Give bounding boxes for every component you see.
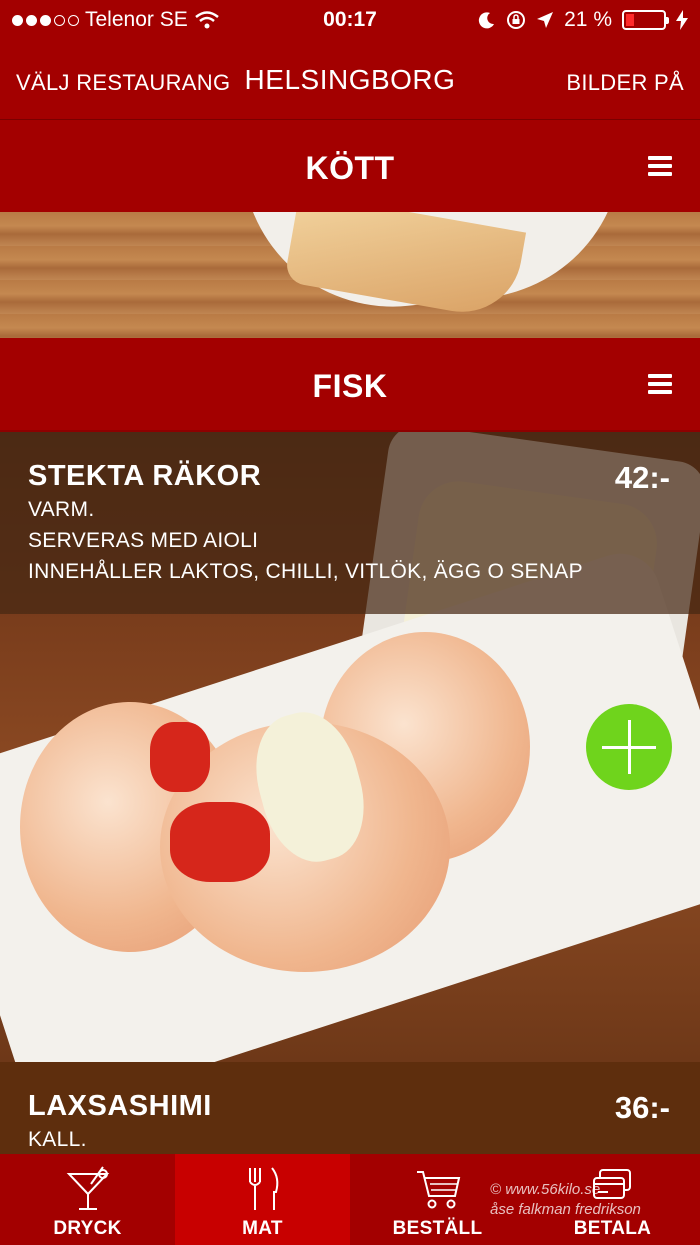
cocktail-icon	[66, 1166, 109, 1210]
tab-label: DRYCK	[53, 1218, 122, 1239]
tab-bar: DRYCK MAT BESTÄLL BETALA	[0, 1154, 700, 1245]
section-title: FISK	[312, 368, 388, 404]
cart-icon	[416, 1171, 460, 1209]
tab-label: BESTÄLL	[392, 1218, 483, 1239]
menu-icon[interactable]	[648, 374, 672, 394]
signal-strength-icon	[12, 14, 79, 26]
item-name: STEKTA RÄKOR	[28, 460, 262, 492]
pictures-on-toggle[interactable]: BILDER PÅ	[566, 70, 684, 96]
tab-mat[interactable]: MAT	[175, 1154, 350, 1245]
tab-dryck[interactable]: DRYCK	[0, 1154, 175, 1245]
credit-card-icon	[592, 1169, 631, 1199]
item-name: LAXSASHIMI	[28, 1090, 212, 1122]
status-bar: Telenor SE 00:17 21 %	[0, 0, 700, 40]
item-price: 36:-	[614, 1090, 670, 1125]
wifi-icon	[194, 11, 219, 29]
tab-label: BETALA	[573, 1218, 652, 1239]
description-line: VARM.	[28, 498, 95, 521]
description-line: KALL.	[28, 1128, 87, 1151]
battery-percentage: 21 %	[564, 8, 612, 31]
carrier-name: Telenor SE	[85, 8, 188, 31]
navigation-bar: VÄLJ RESTAURANG HELSINGBORG BILDER PÅ	[0, 40, 700, 120]
add-to-order-button[interactable]	[586, 704, 672, 790]
choose-restaurant-button[interactable]: VÄLJ RESTAURANG	[16, 70, 230, 96]
description-line: INNEHÅLLER LAKTOS, CHILLI, VITLÖK, ÄGG O…	[28, 560, 583, 583]
item-description: KALL.	[28, 1124, 87, 1155]
menu-item-card[interactable]: STEKTA RÄKOR 42:- VARM. SERVERAS MED AIO…	[0, 432, 700, 614]
cutlery-icon	[248, 1167, 278, 1210]
moon-icon	[478, 12, 495, 29]
item-price: 42:-	[614, 460, 670, 495]
charging-bolt-icon	[676, 10, 688, 30]
dish-photo	[0, 212, 700, 338]
section-header-fisk[interactable]: FISK	[0, 338, 700, 430]
menu-icon[interactable]	[648, 156, 672, 176]
section-header-kott[interactable]: KÖTT	[0, 120, 700, 212]
menu-item-card[interactable]: LAXSASHIMI 36:- KALL.	[0, 1062, 700, 1154]
location-arrow-icon	[537, 12, 554, 28]
section-title: KÖTT	[305, 150, 395, 186]
tab-label: MAT	[242, 1218, 283, 1239]
item-description: VARM. SERVERAS MED AIOLI INNEHÅLLER LAKT…	[28, 494, 583, 587]
battery-icon	[622, 10, 669, 30]
tab-betala[interactable]: BETALA	[525, 1154, 700, 1245]
description-line: SERVERAS MED AIOLI	[28, 529, 259, 552]
tab-bestall[interactable]: BESTÄLL	[350, 1154, 525, 1245]
rotation-lock-icon	[507, 11, 526, 29]
